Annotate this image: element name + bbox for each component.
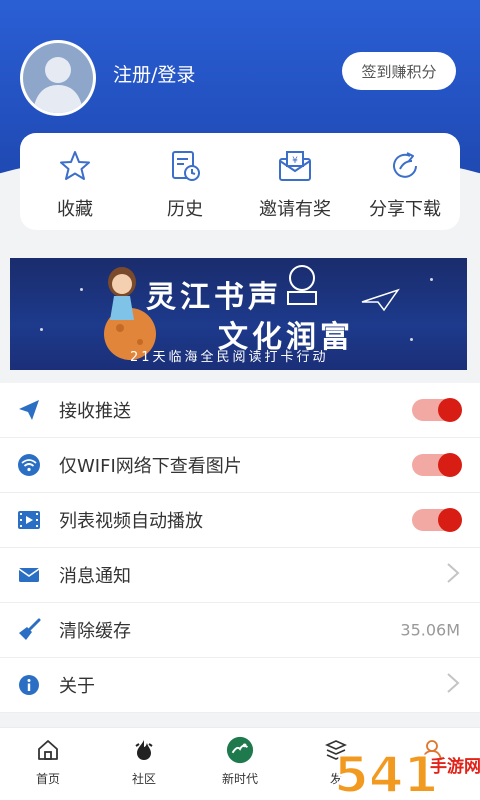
chevron-right-icon [446, 672, 460, 698]
settings-row-clear-cache[interactable]: 清除缓存 35.06M [0, 603, 480, 658]
wifi-icon [16, 452, 42, 478]
settings-row-wifi-images[interactable]: 仅WIFI网络下查看图片 [0, 438, 480, 493]
paper-plane-drawing [361, 288, 400, 312]
settings-row-label: 列表视频自动播放 [59, 511, 203, 532]
new-era-icon [226, 736, 254, 764]
banner-star [410, 338, 413, 341]
svg-text:¥: ¥ [292, 156, 298, 166]
nav-home[interactable]: 首页 [0, 728, 96, 800]
nav-new-era[interactable]: 新时代 [192, 728, 288, 800]
banner-star [40, 328, 43, 331]
settings-list: 接收推送 仅WIFI网络下查看图片 列表视频自动播放 消息通知 清除缓存 35.… [0, 383, 480, 713]
quick-action-label: 分享下载 [369, 199, 441, 220]
paper-plane-icon [16, 397, 42, 423]
share-icon [386, 149, 424, 183]
banner-subtitle: 21天临海全民阅读打卡行动 [130, 350, 329, 365]
settings-row-about[interactable]: 关于 [0, 658, 480, 713]
banner-title-line1: 灵江书声 [146, 280, 282, 315]
autoplay-toggle[interactable] [412, 508, 462, 532]
community-icon [130, 736, 158, 764]
cache-size-value: 35.06M [400, 620, 460, 640]
push-toggle[interactable] [412, 398, 462, 422]
settings-row-push[interactable]: 接收推送 [0, 383, 480, 438]
site-watermark-logo: 541 手游网 [332, 742, 480, 800]
quick-action-history[interactable]: 历史 [130, 133, 240, 230]
mail-icon [16, 562, 42, 588]
banner-star [80, 288, 83, 291]
nav-label: 首页 [35, 772, 60, 786]
wifi-images-toggle[interactable] [412, 453, 462, 477]
avatar[interactable] [20, 40, 96, 116]
settings-row-notifications[interactable]: 消息通知 [0, 548, 480, 603]
default-avatar-icon [33, 57, 83, 113]
quick-actions-card: 收藏 历史 ¥ 邀请有奖 分享下载 [20, 133, 460, 230]
nav-label: 社区 [131, 772, 156, 786]
settings-row-label: 仅WIFI网络下查看图片 [59, 456, 242, 477]
nav-label: 新时代 [221, 772, 258, 786]
history-icon [166, 149, 204, 183]
star-icon [56, 149, 94, 183]
quick-action-share[interactable]: 分享下载 [350, 133, 460, 230]
settings-row-label: 关于 [59, 676, 95, 697]
video-icon [16, 507, 42, 533]
quick-action-label: 邀请有奖 [259, 199, 331, 220]
quick-action-favorites[interactable]: 收藏 [20, 133, 130, 230]
settings-row-label: 消息通知 [59, 566, 131, 587]
settings-row-label: 清除缓存 [59, 621, 131, 642]
settings-row-autoplay[interactable]: 列表视频自动播放 [0, 493, 480, 548]
settings-row-label: 接收推送 [59, 401, 131, 422]
home-icon [34, 736, 62, 764]
svg-text:541: 541 [334, 746, 438, 800]
svg-text:手游网: 手游网 [430, 756, 480, 777]
nav-community[interactable]: 社区 [96, 728, 192, 800]
reading-campaign-banner[interactable]: 灵江书声 文化润富 21天临海全民阅读打卡行动 [10, 258, 467, 370]
login-register-link[interactable]: 注册/登录 [113, 60, 195, 87]
chevron-right-icon [446, 562, 460, 588]
quick-action-label: 历史 [167, 199, 203, 220]
quick-action-invite[interactable]: ¥ 邀请有奖 [240, 133, 350, 230]
quick-action-label: 收藏 [57, 199, 93, 220]
banner-star [430, 278, 433, 281]
broom-icon [16, 617, 42, 643]
info-icon [16, 672, 42, 698]
sign-in-earn-points-button[interactable]: 签到赚积分 [342, 52, 456, 90]
invite-envelope-icon: ¥ [276, 149, 314, 183]
